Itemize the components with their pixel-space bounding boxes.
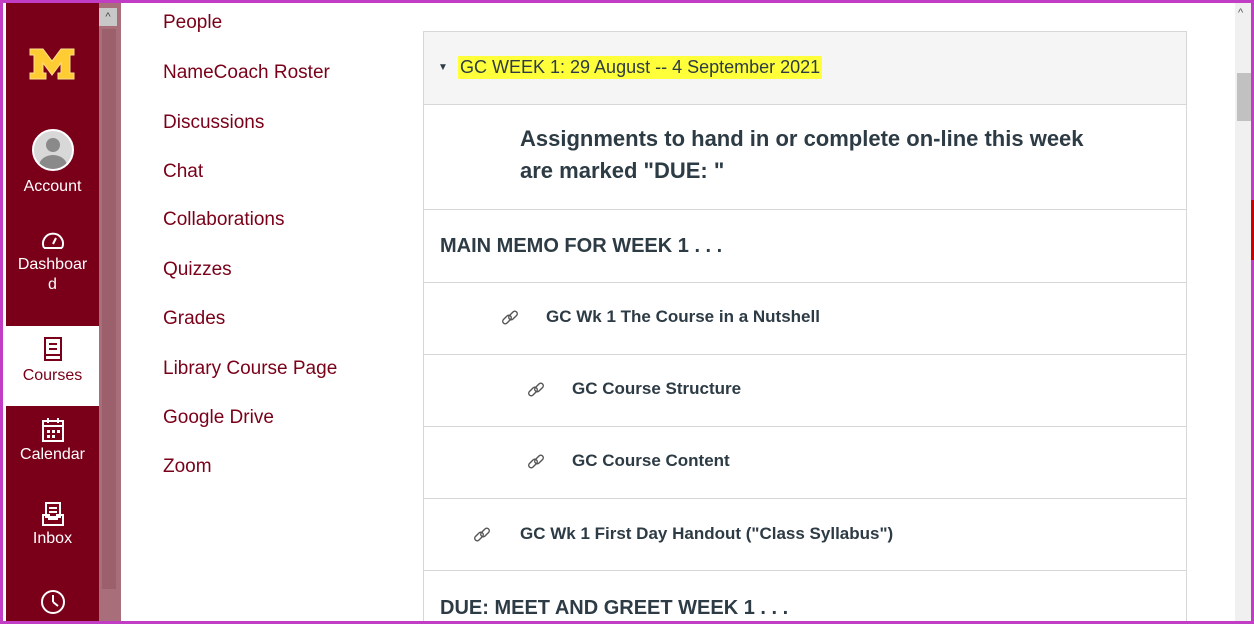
module-header[interactable]: ▼ GC WEEK 1: 29 August -- 4 September 20… (424, 32, 1186, 105)
nav-dashboard-label: Dashboar d (17, 256, 88, 293)
scroll-up-arrow-icon[interactable]: ^ (1238, 7, 1243, 19)
calendar-icon (41, 418, 64, 442)
link-icon (502, 310, 518, 325)
nav-courses-label: Courses (22, 367, 83, 384)
collapse-caret-icon[interactable]: ▼ (438, 62, 448, 73)
courses-icon (43, 337, 62, 361)
course-nav-library-course-page[interactable]: Library Course Page (163, 357, 337, 381)
module-item-subheader: Assignments to hand in or complete on-li… (424, 105, 1186, 210)
inbox-icon (41, 502, 64, 526)
scrollbar-thumb[interactable] (1237, 73, 1251, 121)
link-text[interactable]: GC Course Content (572, 451, 730, 471)
nav-calendar[interactable]: Calendar (6, 417, 99, 465)
course-nav-grades[interactable]: Grades (163, 307, 225, 331)
course-nav-chat[interactable]: Chat (163, 160, 203, 184)
window-frame: Account Dashboar d Courses Calendar Inbo… (0, 0, 1254, 624)
module-item-header: DUE: MEET AND GREET WEEK 1 . . . (424, 571, 1186, 621)
module-panel: ▼ GC WEEK 1: 29 August -- 4 September 20… (423, 31, 1187, 621)
link-text[interactable]: GC Wk 1 The Course in a Nutshell (546, 307, 820, 327)
module-item-header: MAIN MEMO FOR WEEK 1 . . . (424, 210, 1186, 283)
university-logo[interactable] (28, 47, 76, 81)
course-nav-quizzes[interactable]: Quizzes (163, 258, 232, 282)
account-avatar-icon (31, 129, 74, 171)
link-icon (474, 527, 490, 542)
course-nav-namecoach-roster[interactable]: NameCoach Roster (163, 61, 330, 85)
link-icon (528, 382, 544, 397)
header-text: MAIN MEMO FOR WEEK 1 . . . (440, 235, 723, 257)
module-item-link[interactable]: GC Wk 1 The Course in a Nutshell (424, 283, 1186, 355)
scrollbar-thumb[interactable] (102, 29, 116, 589)
nav-dashboard[interactable]: Dashboar d (6, 229, 99, 295)
course-nav-discussions[interactable]: Discussions (163, 111, 264, 135)
scroll-up-arrow-icon[interactable]: ^ (99, 8, 117, 26)
nav-inbox[interactable]: Inbox (6, 501, 99, 549)
course-nav-google-drive[interactable]: Google Drive (163, 406, 274, 430)
module-title: GC WEEK 1: 29 August -- 4 September 2021 (458, 56, 823, 79)
course-nav-people[interactable]: People (163, 11, 222, 35)
module-item-link[interactable]: GC Wk 1 First Day Handout ("Class Syllab… (424, 499, 1186, 571)
nav-inbox-label: Inbox (32, 530, 73, 547)
history-icon (40, 590, 65, 614)
header-text: DUE: MEET AND GREET WEEK 1 . . . (440, 597, 789, 619)
nav-account[interactable]: Account (6, 129, 99, 197)
page-scrollbar[interactable]: ^ (1235, 3, 1251, 621)
link-text[interactable]: GC Wk 1 First Day Handout ("Class Syllab… (520, 524, 893, 544)
nav-courses[interactable]: Courses (6, 326, 99, 406)
nav-account-label: Account (23, 178, 82, 195)
link-icon (528, 454, 544, 469)
link-text[interactable]: GC Course Structure (572, 379, 741, 399)
nav-calendar-label: Calendar (20, 446, 85, 463)
module-item-link[interactable]: GC Course Structure (424, 355, 1186, 427)
global-navigation: Account Dashboar d Courses Calendar Inbo… (6, 3, 99, 621)
global-nav-scrollbar[interactable]: ^ (99, 3, 121, 621)
course-nav-collaborations[interactable]: Collaborations (163, 208, 284, 232)
dashboard-icon (41, 232, 64, 249)
subheader-line-1: Assignments to hand in or complete on-li… (520, 126, 1084, 151)
subheader-line-2: are marked "DUE: " (520, 158, 725, 183)
nav-history[interactable] (6, 588, 99, 618)
module-item-link[interactable]: GC Course Content (424, 427, 1186, 499)
course-nav-zoom[interactable]: Zoom (163, 455, 212, 479)
